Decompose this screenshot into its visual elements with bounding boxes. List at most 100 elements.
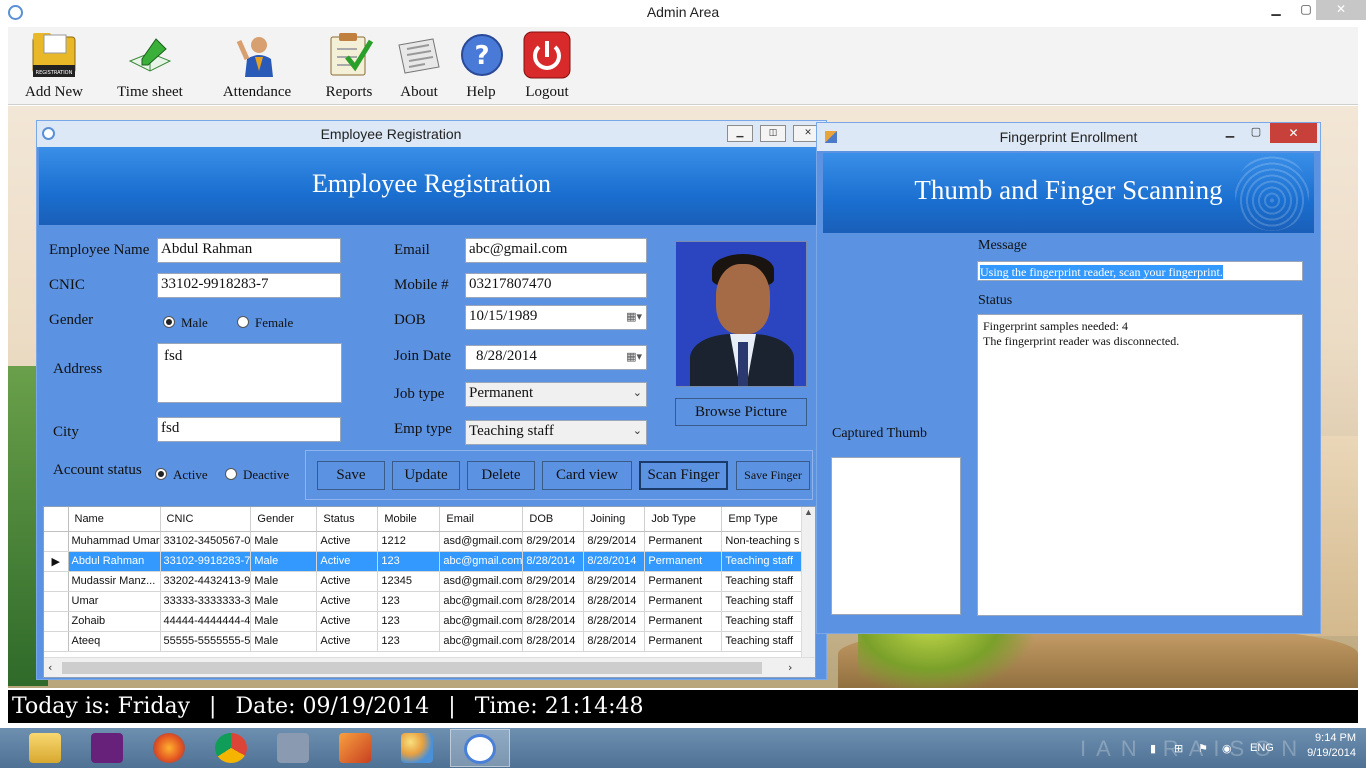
cnic-input[interactable]: 33102-9918283-7 bbox=[157, 273, 341, 298]
table-cell[interactable]: 8/28/2014 bbox=[583, 591, 646, 612]
battery-icon[interactable]: ▮ bbox=[1150, 742, 1164, 755]
table-cell[interactable]: 8/28/2014 bbox=[522, 631, 585, 652]
table-cell[interactable]: Permanent bbox=[644, 611, 723, 632]
table-cell[interactable]: Ateeq bbox=[68, 631, 161, 652]
column-header[interactable]: Mobile bbox=[377, 507, 441, 532]
table-cell[interactable]: 8/29/2014 bbox=[583, 531, 646, 552]
table-cell[interactable]: Permanent bbox=[644, 591, 723, 612]
attendance-button[interactable]: Attendance bbox=[212, 31, 302, 101]
grid-horizontal-scrollbar[interactable]: ‹ › bbox=[44, 657, 815, 677]
registration-maximize-button[interactable]: ◫ bbox=[760, 125, 786, 142]
column-header[interactable]: DOB bbox=[522, 507, 585, 532]
scroll-right-icon[interactable]: › bbox=[788, 661, 792, 674]
emp-type-select[interactable]: Teaching staff ⌄ bbox=[465, 420, 647, 445]
table-cell[interactable]: Permanent bbox=[644, 571, 723, 592]
column-header[interactable]: Emp Type bbox=[721, 507, 805, 532]
row-header[interactable] bbox=[44, 591, 69, 612]
volume-icon[interactable]: ◉ bbox=[1222, 742, 1236, 755]
status-active-radio[interactable]: Active bbox=[155, 467, 208, 483]
table-row[interactable]: Umar 33333-3333333-3 Male Active 123 abc@gmai… bbox=[44, 591, 805, 612]
table-cell[interactable]: Male bbox=[250, 571, 318, 592]
table-row[interactable]: Ateeq 55555-5555555-5 Male Active 123 abc@gma… bbox=[44, 631, 805, 652]
status-textarea[interactable]: Fingerprint samples needed: 4 The finger… bbox=[977, 314, 1303, 616]
table-cell[interactable]: abc@gmail.com bbox=[439, 611, 524, 632]
close-button[interactable]: ✕ bbox=[1316, 0, 1366, 20]
table-cell[interactable]: Teaching staff bbox=[721, 611, 805, 632]
card-view-button[interactable]: Card view bbox=[542, 461, 632, 490]
table-row[interactable]: Mudassir Manz... 33202-4432413-9 Male Activ… bbox=[44, 571, 805, 592]
table-cell[interactable]: Teaching staff bbox=[721, 551, 805, 572]
table-cell[interactable]: abc@gmail.com bbox=[439, 551, 524, 572]
column-header[interactable]: Gender bbox=[250, 507, 318, 532]
table-cell[interactable]: 8/28/2014 bbox=[522, 611, 585, 632]
table-cell[interactable]: Male bbox=[250, 631, 318, 652]
table-cell[interactable]: Male bbox=[250, 591, 318, 612]
table-cell[interactable]: 8/29/2014 bbox=[583, 571, 646, 592]
save-button[interactable]: Save bbox=[317, 461, 385, 490]
table-cell[interactable]: 55555-5555555-5 bbox=[160, 631, 252, 652]
dob-datepicker[interactable]: 10/15/1989 ▦▾ bbox=[465, 305, 647, 330]
table-cell[interactable]: Active bbox=[316, 551, 379, 572]
firefox-icon[interactable] bbox=[140, 729, 200, 767]
table-cell[interactable]: Male bbox=[250, 551, 318, 572]
table-cell[interactable]: 123 bbox=[377, 551, 441, 572]
table-cell[interactable]: Permanent bbox=[644, 631, 723, 652]
row-header[interactable] bbox=[44, 571, 69, 592]
message-field[interactable]: Using the fingerprint reader, scan your … bbox=[977, 261, 1303, 281]
fingerprint-maximize-button[interactable]: ▢ bbox=[1243, 125, 1269, 143]
table-cell[interactable]: Male bbox=[250, 531, 318, 552]
table-cell[interactable]: asd@gmail.com bbox=[439, 571, 524, 592]
table-row[interactable]: ▶ Abdul Rahman 33102-9918283-7 Male Active 12… bbox=[44, 551, 805, 572]
table-cell[interactable]: Active bbox=[316, 571, 379, 592]
grid-vertical-scrollbar[interactable]: ▲ bbox=[801, 507, 815, 657]
fingerprint-minimize-button[interactable]: ▁ bbox=[1217, 125, 1243, 143]
update-button[interactable]: Update bbox=[392, 461, 460, 490]
clock-app-icon[interactable] bbox=[450, 729, 510, 767]
table-cell[interactable]: 33333-3333333-3 bbox=[160, 591, 252, 612]
time-sheet-button[interactable]: Time sheet bbox=[108, 31, 192, 101]
file-explorer-icon[interactable] bbox=[16, 729, 76, 767]
table-cell[interactable]: Male bbox=[250, 611, 318, 632]
table-cell[interactable]: abc@gmail.com bbox=[439, 591, 524, 612]
table-cell[interactable]: Muhammad Umar bbox=[68, 531, 161, 552]
table-cell[interactable]: 8/29/2014 bbox=[522, 571, 585, 592]
table-cell[interactable]: Teaching staff bbox=[721, 571, 805, 592]
employee-data-grid[interactable]: Name CNIC Gender Status Mobile Email DOB… bbox=[43, 506, 816, 678]
email-input[interactable]: abc@gmail.com bbox=[465, 238, 647, 263]
column-header[interactable]: Name bbox=[68, 507, 161, 532]
table-cell[interactable]: 33102-9918283-7 bbox=[160, 551, 252, 572]
table-cell[interactable]: 8/28/2014 bbox=[583, 551, 646, 572]
column-header[interactable]: Joining bbox=[583, 507, 646, 532]
table-cell[interactable]: 8/28/2014 bbox=[583, 631, 646, 652]
chrome-icon[interactable] bbox=[202, 729, 262, 767]
table-cell[interactable]: Permanent bbox=[644, 551, 723, 572]
gender-male-radio[interactable]: Male bbox=[163, 315, 208, 331]
table-cell[interactable]: 33202-4432413-9 bbox=[160, 571, 252, 592]
delete-button[interactable]: Delete bbox=[467, 461, 535, 490]
table-cell[interactable]: 123 bbox=[377, 611, 441, 632]
row-header[interactable] bbox=[44, 531, 69, 552]
table-cell[interactable]: 33102-3450567-0 bbox=[160, 531, 252, 552]
reports-button[interactable]: Reports bbox=[318, 31, 380, 101]
table-cell[interactable]: 123 bbox=[377, 591, 441, 612]
evo-app-icon[interactable] bbox=[264, 729, 324, 767]
help-button[interactable]: ? Help bbox=[458, 31, 504, 101]
about-button[interactable]: About bbox=[392, 31, 446, 101]
table-cell[interactable]: Teaching staff bbox=[721, 631, 805, 652]
table-cell[interactable]: Active bbox=[316, 591, 379, 612]
logout-button[interactable]: Logout bbox=[518, 31, 576, 101]
minimize-button[interactable]: ▁ bbox=[1262, 0, 1290, 20]
scrollbar-thumb[interactable] bbox=[62, 662, 762, 674]
visual-studio-icon[interactable] bbox=[78, 729, 138, 767]
table-cell[interactable]: 44444-4444444-4 bbox=[160, 611, 252, 632]
address-textarea[interactable]: fsd bbox=[157, 343, 342, 403]
add-new-button[interactable]: REGISTRATION Add New bbox=[22, 31, 86, 101]
sublime-icon[interactable] bbox=[326, 729, 386, 767]
employee-name-input[interactable]: Abdul Rahman bbox=[157, 238, 341, 263]
registration-minimize-button[interactable]: ▁ bbox=[727, 125, 753, 142]
table-cell[interactable]: Active bbox=[316, 611, 379, 632]
gender-female-radio[interactable]: Female bbox=[237, 315, 293, 331]
column-header[interactable]: Status bbox=[316, 507, 379, 532]
table-cell[interactable]: 8/28/2014 bbox=[583, 611, 646, 632]
mobile-input[interactable]: 03217807470 bbox=[465, 273, 647, 298]
